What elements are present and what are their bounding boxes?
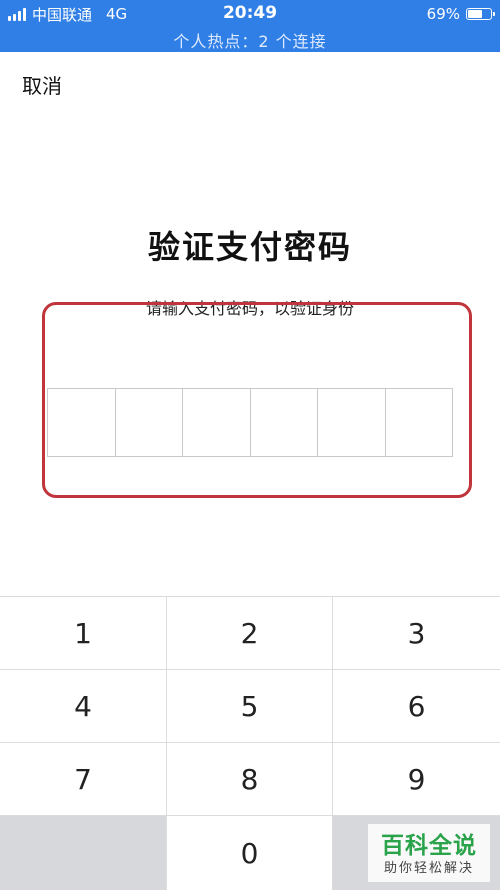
pin-cell xyxy=(183,389,251,456)
key-6[interactable]: 6 xyxy=(333,670,500,743)
keypad-blank xyxy=(0,816,167,890)
key-0[interactable]: 0 xyxy=(167,816,333,890)
hotspot-banner[interactable]: 个人热点：2 个连接 xyxy=(0,28,500,52)
key-4[interactable]: 4 xyxy=(0,670,167,743)
watermark-logo: 百科全说 助你轻松解决 xyxy=(368,824,490,882)
key-2[interactable]: 2 xyxy=(167,597,333,670)
key-7[interactable]: 7 xyxy=(0,743,167,816)
status-bar: 中国联通 4G 20:49 69% 个人热点：2 个连接 xyxy=(0,0,500,52)
pin-input[interactable] xyxy=(47,388,453,457)
key-3[interactable]: 3 xyxy=(333,597,500,670)
status-right: 69% xyxy=(426,4,495,24)
page-title: 验证支付密码 xyxy=(147,228,352,266)
pin-cell xyxy=(318,389,386,456)
pin-cell xyxy=(116,389,183,456)
watermark-subtitle: 助你轻松解决 xyxy=(383,861,474,876)
battery-icon xyxy=(466,8,495,20)
key-1[interactable]: 1 xyxy=(0,597,167,670)
battery-percent: 69% xyxy=(426,5,460,23)
pin-cell xyxy=(251,389,318,456)
pin-cell xyxy=(386,389,453,456)
key-5[interactable]: 5 xyxy=(167,670,333,743)
pin-cell xyxy=(48,389,116,456)
watermark-title: 百科全说 xyxy=(381,833,477,859)
battery-fill xyxy=(468,10,482,18)
key-9[interactable]: 9 xyxy=(333,743,500,816)
clock: 20:49 xyxy=(222,3,278,23)
key-8[interactable]: 8 xyxy=(167,743,333,816)
cancel-button[interactable]: 取消 xyxy=(22,70,62,99)
